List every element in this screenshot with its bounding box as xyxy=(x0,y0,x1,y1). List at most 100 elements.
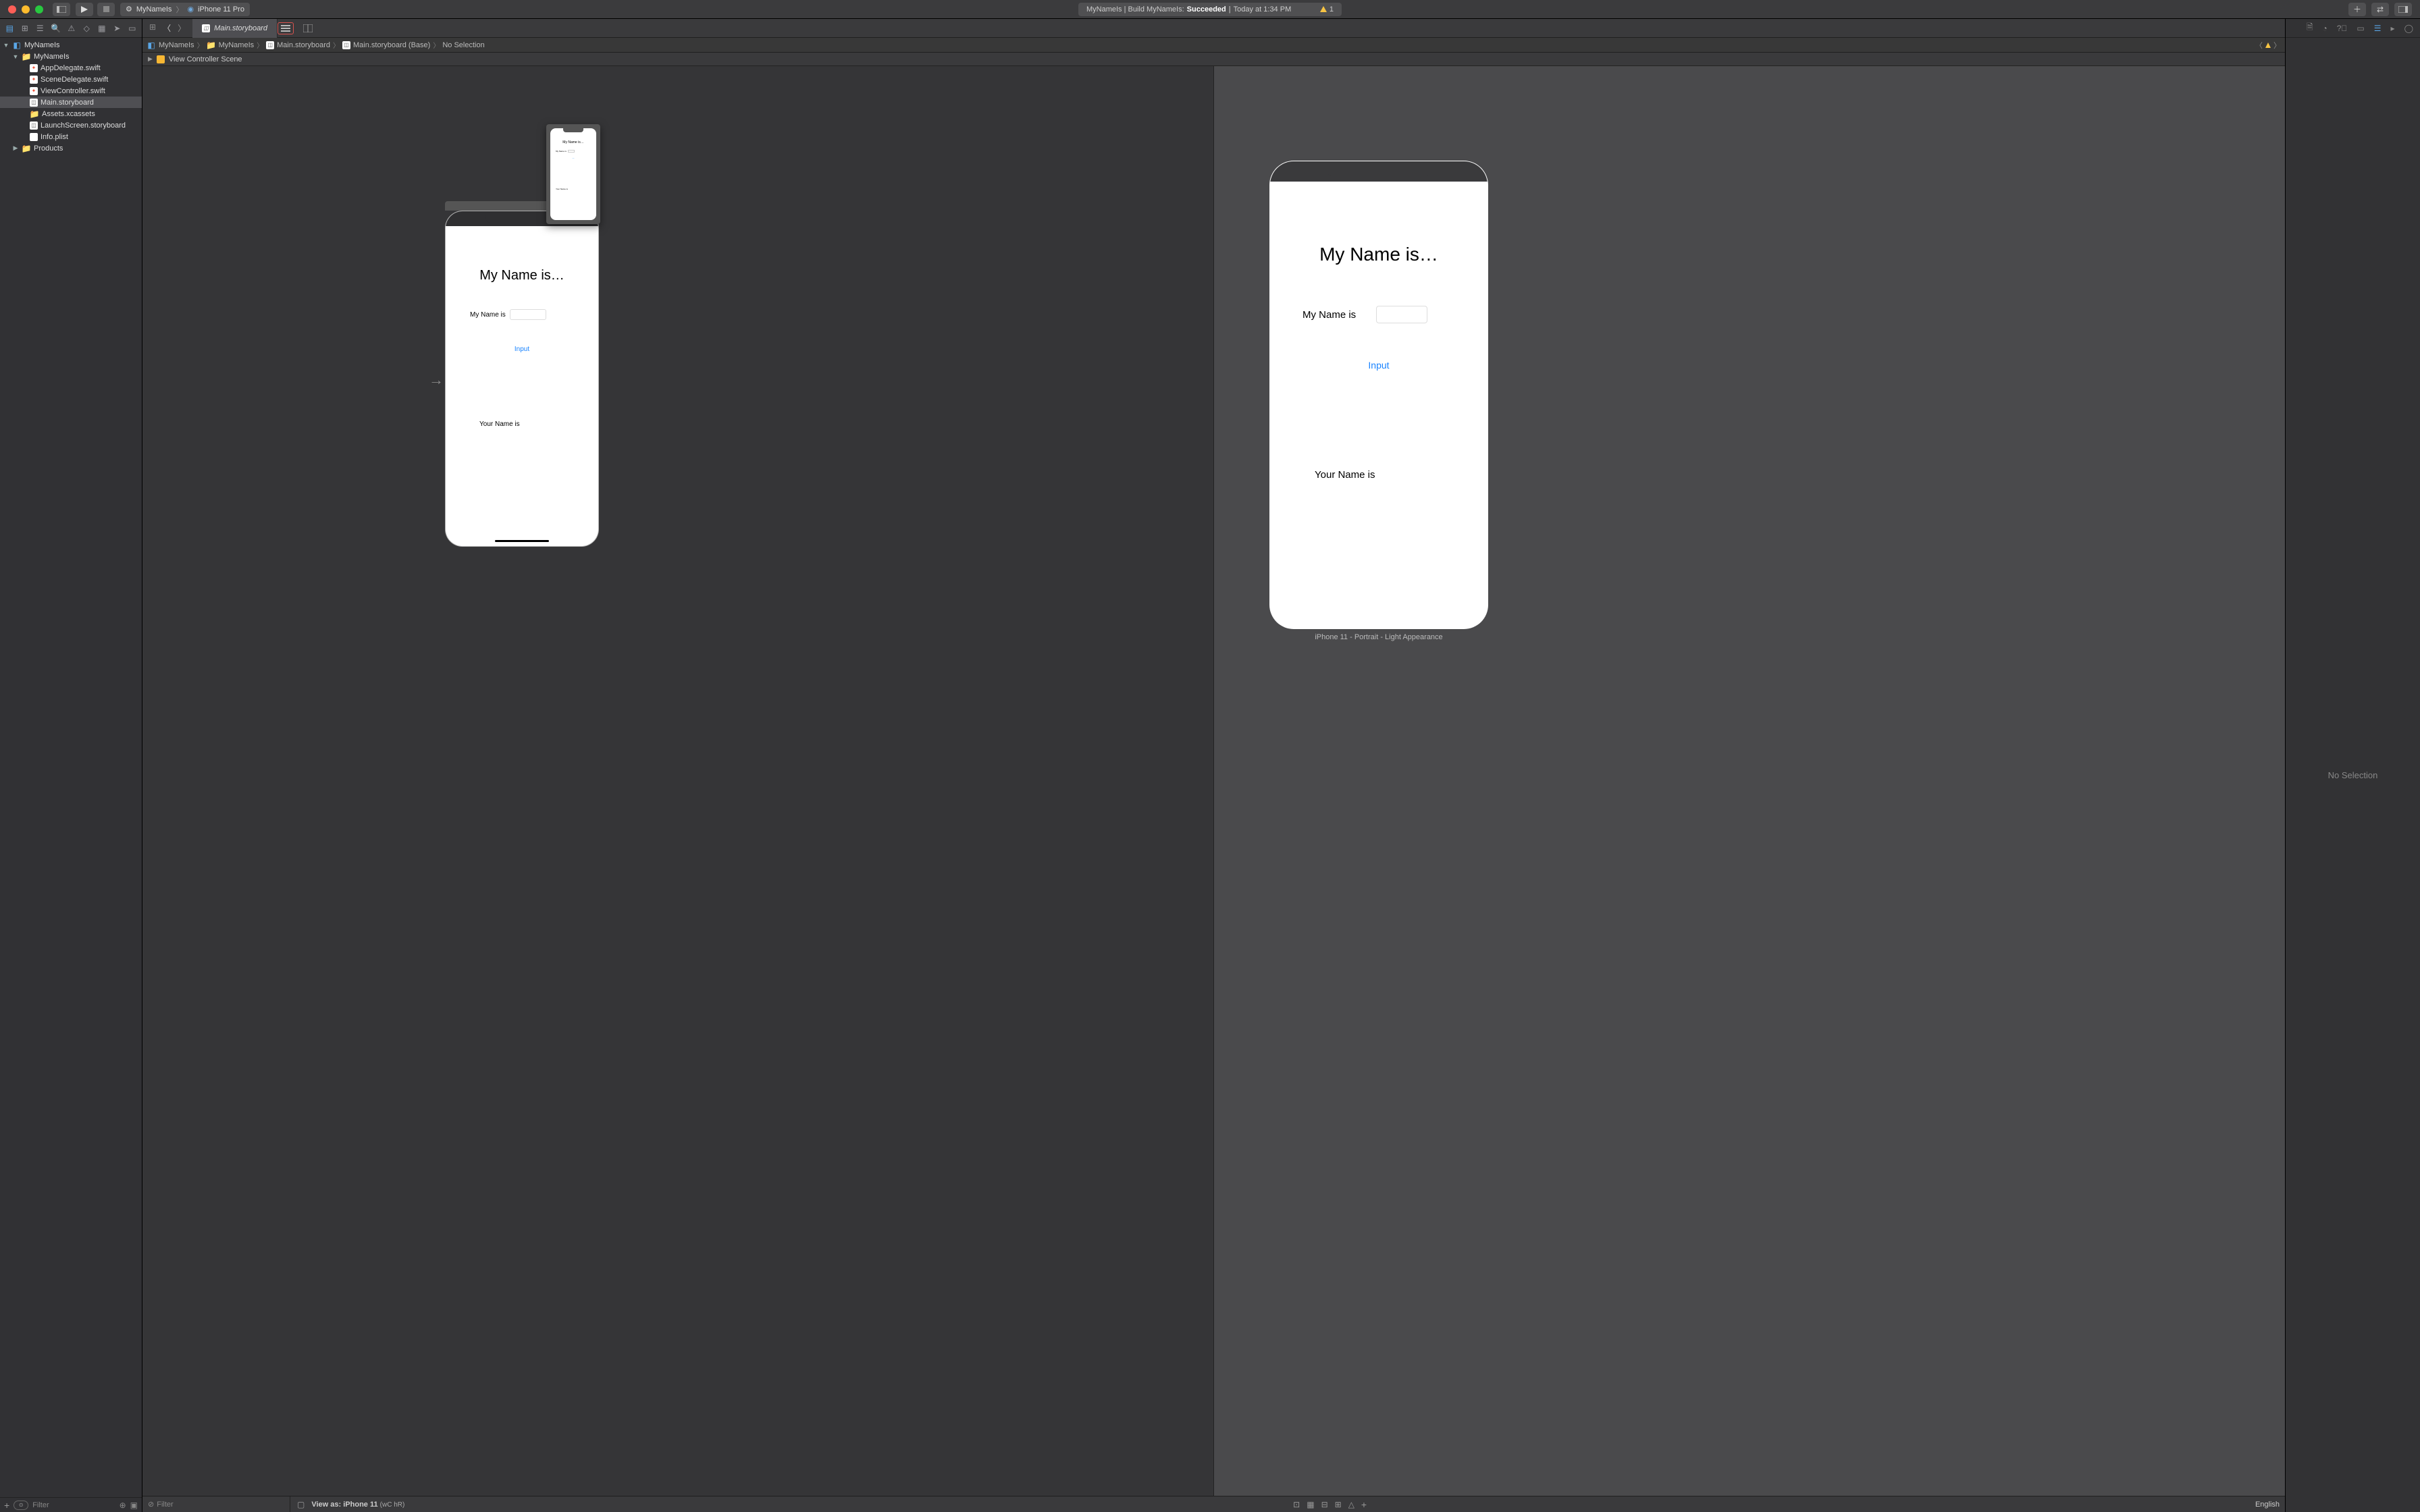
project-root-row[interactable]: ▼ ◧ MyNameIs xyxy=(0,39,142,51)
identity-inspector-tab[interactable]: ▭ xyxy=(2357,24,2364,33)
file-row-main-storyboard[interactable]: ◫ Main.storyboard xyxy=(0,97,142,108)
file-row-scenedelegate[interactable]: ✦ SceneDelegate.swift xyxy=(0,74,142,85)
view-as-control[interactable]: View as: iPhone 11 (wC hR) xyxy=(311,1501,404,1509)
crumb-2[interactable]: Main.storyboard xyxy=(277,41,330,49)
file-row-launchscreen[interactable]: ◫ LaunchScreen.storyboard xyxy=(0,119,142,131)
file-row-viewcontroller[interactable]: ✦ ViewController.swift xyxy=(0,85,142,97)
filter-scope-button[interactable]: ⊙ xyxy=(14,1501,28,1510)
help-inspector-tab[interactable]: ?⃝ xyxy=(2337,24,2348,33)
history-inspector-tab[interactable]: ◔ xyxy=(2322,24,2327,33)
file-row-appdelegate[interactable]: ✦ AppDelegate.swift xyxy=(0,62,142,74)
scheme-selector[interactable]: ⚙︎ MyNameIs 〉 ◉ iPhone 11 Pro xyxy=(120,3,250,16)
project-tree: ▼ ◧ MyNameIs ▼ 📁 MyNameIs ✦ AppDelegate.… xyxy=(0,38,142,1497)
adjust-editor-options-button[interactable] xyxy=(278,22,294,34)
scene-icon xyxy=(157,55,165,63)
preview-caption[interactable]: iPhone 11 - Portrait - Light Appearance xyxy=(1269,633,1488,641)
align-icon[interactable]: ⊟ xyxy=(1321,1500,1328,1509)
symbol-navigator-tab[interactable]: ☰ xyxy=(36,24,45,33)
source-control-navigator-tab[interactable]: ⊞ xyxy=(21,24,30,33)
prev-issue-icon[interactable]: 〈 xyxy=(2255,40,2263,51)
find-navigator-tab[interactable]: 🔍 xyxy=(51,24,61,33)
file-row-infoplist[interactable]: Info.plist xyxy=(0,131,142,142)
thumb-phone: My Name is… My Name is — Your Name is xyxy=(550,128,596,220)
notch xyxy=(1325,161,1432,178)
add-editor-button[interactable] xyxy=(303,24,313,32)
close-window[interactable] xyxy=(8,5,16,14)
stop-button[interactable] xyxy=(97,3,115,16)
file-row-assets[interactable]: 📁 Assets.xcassets xyxy=(0,108,142,119)
minimap-thumbnail[interactable]: My Name is… My Name is — Your Name is xyxy=(546,124,600,224)
minimize-window[interactable] xyxy=(22,5,30,14)
attributes-inspector-tab[interactable]: ☰ xyxy=(2374,24,2382,33)
crumb-4[interactable]: No Selection xyxy=(442,41,484,49)
disclosure-triangle-icon[interactable]: ▶ xyxy=(148,55,153,63)
code-review-button[interactable]: ⇄ xyxy=(2371,3,2389,16)
language-selector[interactable]: English xyxy=(2255,1501,2280,1509)
document-outline-row[interactable]: ▶ View Controller Scene xyxy=(142,53,2285,66)
scm-filter-icon[interactable]: ▣ xyxy=(130,1501,138,1510)
warning-indicator[interactable]: 1 xyxy=(1320,5,1334,14)
back-button[interactable]: 〈 xyxy=(163,22,171,34)
file-label: Info.plist xyxy=(41,133,68,141)
tab-main-storyboard[interactable]: ◫ Main.storyboard xyxy=(192,19,278,38)
status-time: Today at 1:34 PM xyxy=(1234,5,1292,14)
run-button[interactable] xyxy=(76,3,93,16)
toggle-outline-button[interactable]: ▢ xyxy=(297,1500,305,1509)
preview-name-label: My Name is xyxy=(1303,309,1356,321)
preview-title-label: My Name is… xyxy=(1270,244,1488,265)
zoom-window[interactable] xyxy=(35,5,43,14)
toggle-inspector-button[interactable] xyxy=(2394,3,2412,16)
disclosure-triangle-icon[interactable]: ▶ xyxy=(12,144,19,152)
related-items-icon[interactable]: ⊞ xyxy=(149,22,156,34)
breakpoint-navigator-tab[interactable]: ➤ xyxy=(113,24,122,33)
jump-bar[interactable]: ◧MyNameIs 〉 📁MyNameIs 〉 ◫Main.storyboard… xyxy=(142,38,2285,53)
title-label[interactable]: My Name is… xyxy=(446,268,598,284)
warning-triangle-icon[interactable] xyxy=(2265,43,2271,48)
add-button[interactable]: + xyxy=(4,1500,9,1511)
library-button[interactable]: ＋ xyxy=(2348,3,2366,16)
scheme-device: iPhone 11 Pro xyxy=(198,5,244,14)
recent-filter-icon[interactable]: ⊕ xyxy=(120,1501,126,1510)
embed-in-icon[interactable]: ▦ xyxy=(1307,1500,1314,1509)
initial-vc-arrow-icon[interactable]: → xyxy=(429,371,444,389)
add-constraints-icon[interactable]: ⊞ xyxy=(1335,1500,1342,1509)
next-issue-icon[interactable]: 〉 xyxy=(2273,40,2281,51)
disclosure-triangle-icon[interactable]: ▼ xyxy=(3,42,9,49)
resolve-issues-icon[interactable]: △ xyxy=(1348,1500,1354,1509)
project-icon: ◧ xyxy=(147,40,156,50)
issue-navigator-tab[interactable]: ⚠ xyxy=(68,24,76,33)
add-preview-button[interactable]: + xyxy=(1361,1499,1367,1510)
editor-options-icon xyxy=(281,24,290,32)
navigator-selector: ▤ ⊞ ☰ 🔍 ⚠ ◇ ▦ ➤ ▭ xyxy=(0,19,142,38)
storyboard-canvas[interactable]: → View Controller My Name is… My Name is xyxy=(142,66,1213,1496)
crumb-1[interactable]: MyNameIs xyxy=(219,41,255,49)
project-name: MyNameIs xyxy=(24,41,60,49)
name-textfield[interactable] xyxy=(510,309,546,320)
scene-label: View Controller Scene xyxy=(169,55,242,63)
products-row[interactable]: ▶ 📁 Products xyxy=(0,142,142,154)
crumb-0[interactable]: MyNameIs xyxy=(159,41,194,49)
forward-button[interactable]: 〉 xyxy=(178,22,186,34)
debug-navigator-tab[interactable]: ▦ xyxy=(98,24,107,33)
zoom-to-fit-icon[interactable]: ⊡ xyxy=(1293,1500,1300,1509)
connections-inspector-tab[interactable]: ◯ xyxy=(2404,24,2413,33)
crumb-3[interactable]: Main.storyboard (Base) xyxy=(353,41,430,49)
size-inspector-tab[interactable]: ▸ xyxy=(2391,24,2395,33)
test-navigator-tab[interactable]: ◇ xyxy=(82,24,91,33)
group-row[interactable]: ▼ 📁 MyNameIs xyxy=(0,51,142,62)
view-controller-scene[interactable]: View Controller My Name is… My Name is I… xyxy=(445,201,599,547)
project-navigator-tab[interactable]: ▤ xyxy=(5,24,14,33)
preview-your-name-label: Your Name is xyxy=(1270,469,1488,481)
name-label[interactable]: My Name is xyxy=(470,311,506,319)
file-inspector-tab[interactable]: 🗎 xyxy=(2307,21,2313,35)
report-navigator-tab[interactable]: ▭ xyxy=(128,24,137,33)
canvas-filter-field[interactable]: ⊘ Filter xyxy=(148,1500,283,1509)
your-name-label[interactable]: Your Name is xyxy=(446,421,598,428)
toggle-navigator-button[interactable] xyxy=(53,3,70,16)
file-label: ViewController.swift xyxy=(41,87,105,95)
disclosure-triangle-icon[interactable]: ▼ xyxy=(12,53,19,60)
navigator-filter-field[interactable]: Filter xyxy=(32,1501,115,1509)
activity-view[interactable]: MyNameIs | Build MyNameIs: Succeeded | T… xyxy=(1078,3,1342,16)
preview-canvas[interactable]: My Name is… My Name is Input Your Name i… xyxy=(1213,66,2285,1496)
input-button[interactable]: Input xyxy=(446,346,598,353)
